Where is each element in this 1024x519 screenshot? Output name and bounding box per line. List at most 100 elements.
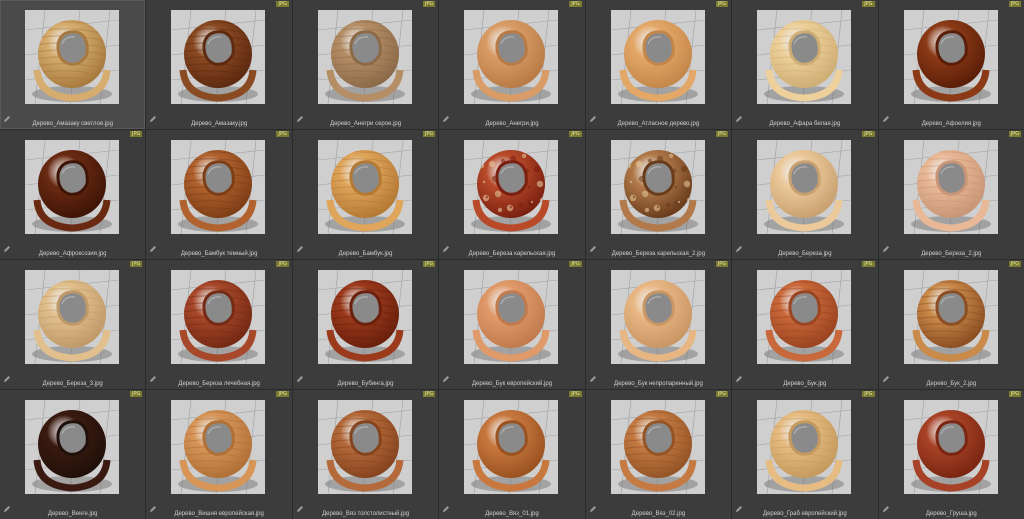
- material-tile[interactable]: JPG Дерево_Бубинга.jpg: [292, 260, 439, 389]
- material-tile[interactable]: JPG Дерево_Вяз_01.jpg: [439, 390, 585, 519]
- material-tile[interactable]: JPG Дерево_Береза лечебная.jpg: [146, 260, 292, 389]
- material-tile[interactable]: JPG Дерево_Вяз_02.jpg: [585, 390, 732, 519]
- material-preview-image: [317, 10, 412, 104]
- pencil-icon[interactable]: [589, 110, 597, 122]
- material-tile[interactable]: JPG Дерево_Амазаку.jpg: [146, 0, 292, 129]
- material-tile[interactable]: JPG Дерево_Бамбук темный.jpg: [146, 130, 292, 259]
- pencil-icon[interactable]: [296, 240, 304, 252]
- material-tile[interactable]: JPG Дерево_Вяз толстолистный.jpg: [292, 390, 439, 519]
- material-tile[interactable]: JPG Дерево_Груша.jpg: [878, 390, 1024, 519]
- pencil-icon[interactable]: [735, 370, 743, 382]
- file-format-badge: JPG: [862, 261, 875, 267]
- file-format-badge: JPG: [1008, 131, 1021, 137]
- material-tile[interactable]: JPG Дерево_Береза_3.jpg: [0, 260, 146, 389]
- material-preview-image: [464, 270, 559, 364]
- material-tile[interactable]: JPG Дерево_Бамбук.jpg: [292, 130, 439, 259]
- file-format-badge: JPG: [130, 391, 143, 397]
- file-name-label: Дерево_Бамбук.jpg: [338, 251, 393, 257]
- material-tile[interactable]: JPG Дерево_Анегри серое.jpg: [292, 0, 439, 129]
- material-tile[interactable]: JPG Дерево_Бук непропаренный.jpg: [585, 260, 732, 389]
- material-preview-image: [610, 10, 705, 104]
- file-name-label: Дерево_Береза карельская.jpg: [468, 251, 556, 257]
- material-preview-image: [317, 140, 412, 234]
- pencil-icon[interactable]: [882, 110, 890, 122]
- material-tile[interactable]: JPG Дерево_Атласное дерево.jpg: [585, 0, 732, 129]
- pencil-icon[interactable]: [589, 370, 597, 382]
- material-tile[interactable]: JPG Дерево_Бук_2.jpg: [878, 260, 1024, 389]
- file-name-label: Дерево_Вяз толстолистный.jpg: [322, 511, 410, 517]
- pencil-icon[interactable]: [3, 500, 11, 512]
- pencil-icon[interactable]: [442, 370, 450, 382]
- pencil-icon[interactable]: [442, 500, 450, 512]
- file-format-badge: JPG: [422, 261, 436, 267]
- pencil-icon[interactable]: [149, 110, 157, 122]
- pencil-icon[interactable]: [149, 240, 157, 252]
- pencil-icon[interactable]: [442, 240, 450, 252]
- material-preview-image: [25, 10, 119, 104]
- pencil-icon[interactable]: [296, 500, 304, 512]
- pencil-icon[interactable]: [589, 240, 597, 252]
- pencil-icon[interactable]: [882, 240, 890, 252]
- material-tile[interactable]: JPG Дерево_Береза.jpg: [732, 130, 878, 259]
- file-format-badge: JPG: [276, 131, 289, 137]
- material-tile[interactable]: JPG Дерево_Береза карельская.jpg: [439, 130, 585, 259]
- material-preview-image: [903, 10, 998, 104]
- file-format-badge: JPG: [130, 261, 143, 267]
- pencil-icon[interactable]: [882, 370, 890, 382]
- file-name-label: Дерево_Афроксозия.jpg: [38, 251, 107, 257]
- file-format-badge: JPG: [130, 131, 143, 137]
- material-preview-image: [25, 400, 119, 494]
- material-tile[interactable]: JPG Дерево_Афроксозия.jpg: [0, 130, 146, 259]
- file-format-badge: JPG: [422, 1, 436, 7]
- material-tile[interactable]: JPG Дерево_Афоелия.jpg: [878, 0, 1024, 129]
- file-name-label: Дерево_Бук_2.jpg: [926, 381, 977, 387]
- material-preview-image: [317, 270, 412, 364]
- pencil-icon[interactable]: [589, 500, 597, 512]
- file-name-label: Дерево_Береза_2.jpg: [921, 251, 982, 257]
- pencil-icon[interactable]: [735, 110, 743, 122]
- material-tile[interactable]: JPG Дерево_Вишня европейская.jpg: [146, 390, 292, 519]
- material-tile[interactable]: JPG Дерево_Анегри.jpg: [439, 0, 585, 129]
- file-format-badge: JPG: [715, 1, 729, 7]
- file-name-label: Дерево_Анегри серое.jpg: [330, 121, 402, 127]
- file-name-label: Дерево_Бук непропаренный.jpg: [614, 381, 703, 387]
- pencil-icon[interactable]: [735, 240, 743, 252]
- file-format-badge: JPG: [862, 131, 875, 137]
- pencil-icon[interactable]: [3, 240, 11, 252]
- pencil-icon[interactable]: [3, 110, 11, 122]
- material-preview-image: [757, 10, 852, 104]
- material-tile[interactable]: JPG Дерево_Бук европейский.jpg: [439, 260, 585, 389]
- pencil-icon[interactable]: [296, 370, 304, 382]
- file-format-badge: JPG: [569, 391, 582, 397]
- pencil-icon[interactable]: [149, 370, 157, 382]
- material-thumbnail-grid: Дерево_Амазаку светлое.jpg JPG Дерево_Ама…: [0, 0, 1024, 519]
- pencil-icon[interactable]: [882, 500, 890, 512]
- file-format-badge: JPG: [569, 1, 582, 7]
- material-preview-image: [610, 140, 705, 234]
- file-name-label: Дерево_Вяз_01.jpg: [485, 511, 539, 517]
- file-format-badge: JPG: [715, 391, 729, 397]
- pencil-icon[interactable]: [149, 500, 157, 512]
- material-tile[interactable]: JPG Дерево_Береза карельская_2.jpg: [585, 130, 732, 259]
- file-name-label: Дерево_Венге.jpg: [47, 511, 98, 517]
- material-preview-image: [610, 400, 705, 494]
- material-tile[interactable]: JPG Дерево_Граб европейский.jpg: [732, 390, 878, 519]
- file-format-badge: JPG: [569, 131, 582, 137]
- file-name-label: Дерево_Анегри.jpg: [485, 121, 539, 127]
- pencil-icon[interactable]: [3, 370, 11, 382]
- pencil-icon[interactable]: [296, 110, 304, 122]
- material-preview-image: [464, 10, 559, 104]
- material-tile[interactable]: JPG Дерево_Афара белая.jpg: [732, 0, 878, 129]
- material-preview-image: [903, 140, 998, 234]
- file-format-badge: JPG: [276, 261, 289, 267]
- file-format-badge: JPG: [1008, 1, 1021, 7]
- file-format-badge: JPG: [569, 261, 582, 267]
- material-tile[interactable]: JPG Дерево_Венге.jpg: [0, 390, 146, 519]
- material-tile[interactable]: Дерево_Амазаку светлое.jpg: [0, 0, 146, 129]
- material-tile[interactable]: JPG Дерево_Береза_2.jpg: [878, 130, 1024, 259]
- file-format-badge: JPG: [862, 391, 875, 397]
- pencil-icon[interactable]: [442, 110, 450, 122]
- material-tile[interactable]: JPG Дерево_Бук.jpg: [732, 260, 878, 389]
- pencil-icon[interactable]: [735, 500, 743, 512]
- file-name-label: Дерево_Береза карельская_2.jpg: [611, 251, 706, 257]
